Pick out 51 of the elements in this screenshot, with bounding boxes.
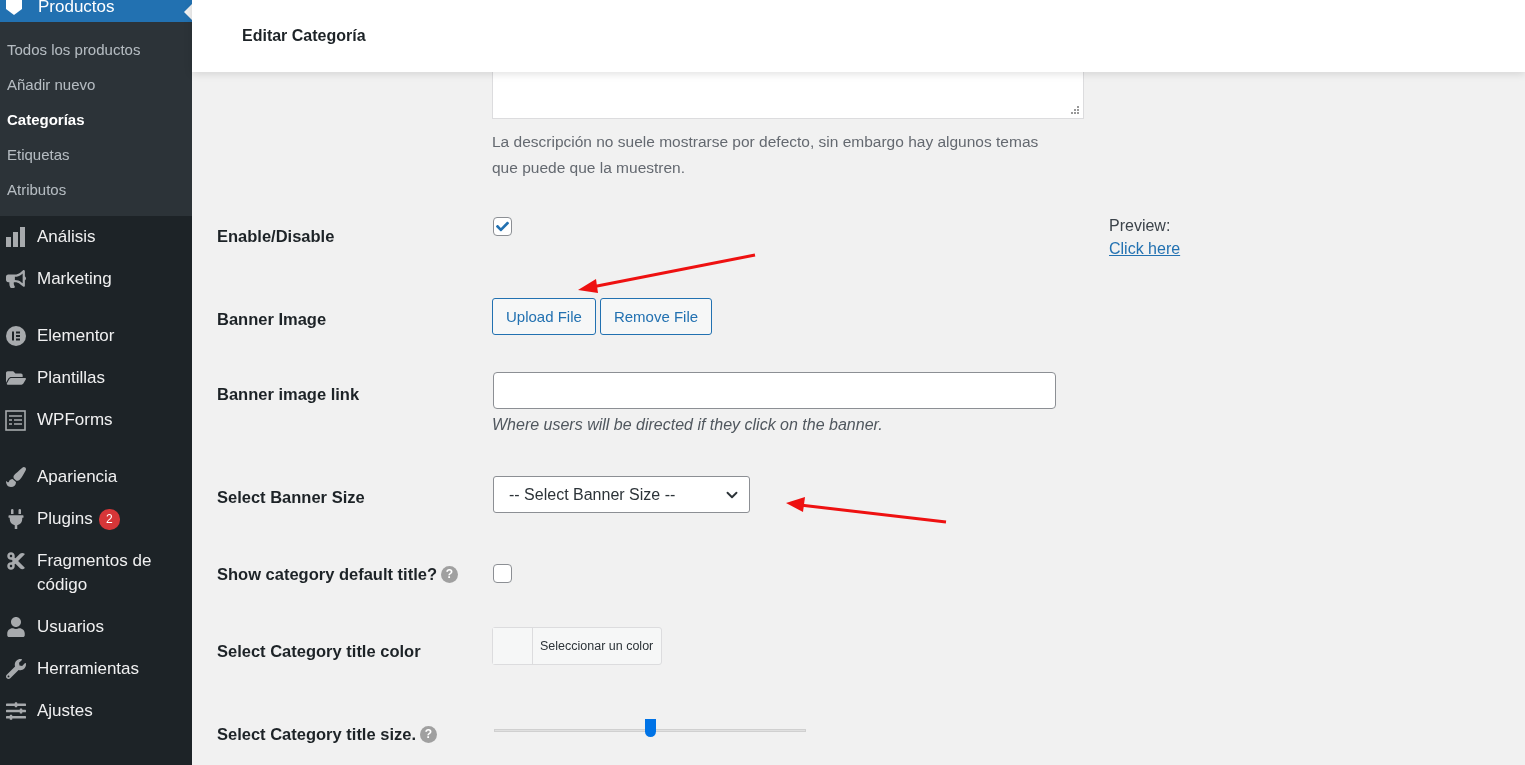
file-button[interactable]: Upload File bbox=[492, 298, 596, 335]
sidebar-item[interactable]: Elementor bbox=[0, 315, 192, 357]
sidebar-current-item[interactable]: Productos bbox=[0, 0, 192, 22]
form-icon bbox=[4, 408, 27, 432]
input-field[interactable] bbox=[493, 372, 1056, 409]
submenu-item[interactable]: Todos los productos bbox=[0, 32, 192, 67]
field-label: Show category default title? bbox=[217, 564, 438, 584]
select-dropdown[interactable]: -- Select Banner Size -- bbox=[493, 476, 750, 513]
slider-thumb[interactable] bbox=[645, 719, 656, 737]
sidebar-item[interactable]: Apariencia bbox=[0, 456, 192, 498]
slider-track[interactable] bbox=[494, 719, 806, 739]
elementor-icon bbox=[4, 324, 27, 348]
file-button[interactable]: Remove File bbox=[599, 298, 713, 335]
sidebar-item[interactable]: WPForms bbox=[0, 399, 192, 441]
color-picker-button[interactable]: Seleccionar un color bbox=[492, 627, 663, 665]
resize-handle-icon bbox=[1071, 106, 1080, 115]
submenu-item[interactable]: Atributos bbox=[0, 172, 192, 207]
sidebar-item[interactable]: Marketing bbox=[0, 258, 192, 300]
submenu-item[interactable]: Añadir nuevo bbox=[0, 67, 192, 102]
preview-link[interactable]: Click here bbox=[1109, 237, 1181, 260]
field-label: Banner Image bbox=[217, 309, 327, 329]
count-badge: 2 bbox=[98, 509, 120, 530]
description-hint: La descripción no suele mostrarse por defecto, sin embargo hay algunos temas que puede que la muestren. bbox=[492, 132, 1040, 178]
sidebar-item[interactable]: Fragmentos de código bbox=[0, 540, 192, 606]
paintbrush-icon bbox=[4, 465, 27, 489]
box-icon bbox=[4, 0, 24, 15]
preview-label: Preview: bbox=[1109, 216, 1172, 236]
user-icon bbox=[4, 615, 27, 639]
checkbox[interactable] bbox=[493, 217, 512, 236]
megaphone-icon bbox=[4, 267, 27, 291]
field-label: Select Category title color bbox=[217, 641, 421, 661]
sidebar-item[interactable]: Plugins 2 bbox=[0, 498, 192, 540]
wrench-icon bbox=[4, 657, 27, 681]
field-label: Select Banner Size bbox=[217, 487, 365, 507]
check-icon bbox=[496, 220, 509, 233]
sidebar-item[interactable]: Plantillas bbox=[0, 357, 192, 399]
sidebar-item[interactable]: Ajustes bbox=[0, 690, 192, 732]
scissors-icon bbox=[4, 549, 27, 573]
field-label: Select Category title size. bbox=[217, 724, 416, 744]
checkbox[interactable] bbox=[493, 564, 512, 583]
field-label: Banner image link bbox=[217, 384, 360, 404]
sliders-icon bbox=[4, 699, 27, 723]
submenu-item[interactable]: Categorías bbox=[0, 102, 192, 137]
sidebar-item[interactable]: Herramientas bbox=[0, 648, 192, 690]
sidebar-item[interactable]: Usuarios bbox=[0, 606, 192, 648]
page-title: Editar Categoría bbox=[242, 27, 366, 45]
bar-chart-icon bbox=[4, 225, 27, 249]
submenu-item[interactable]: Etiquetas bbox=[0, 137, 192, 172]
sidebar-item[interactable]: Análisis bbox=[0, 216, 192, 258]
field-hint: Where users will be directed if they click on the banner. bbox=[492, 416, 884, 434]
field-label: Enable/Disable bbox=[217, 226, 335, 246]
